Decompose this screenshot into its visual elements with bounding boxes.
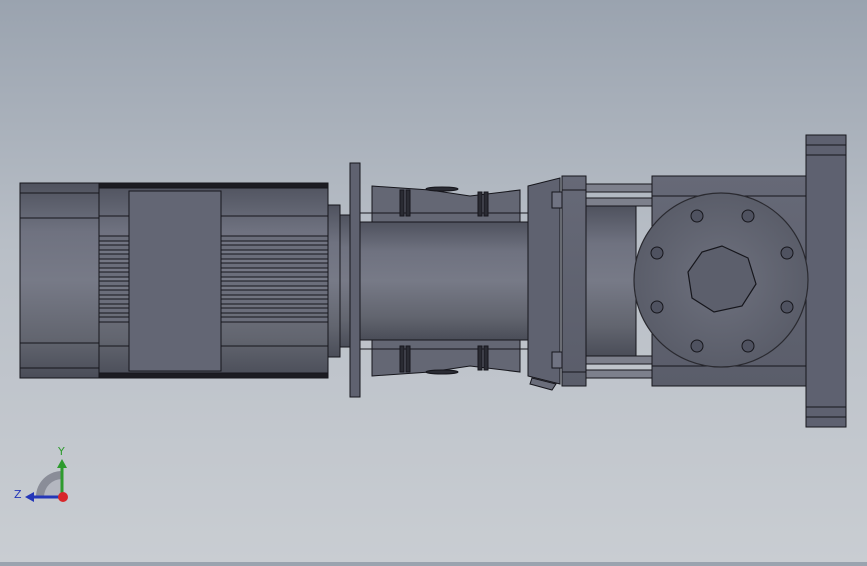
x-axis-point <box>58 492 68 502</box>
pump-assembly-model[interactable] <box>19 134 847 428</box>
motor-flange <box>327 162 361 398</box>
seal-housing <box>527 175 587 391</box>
motor-terminal-box <box>128 190 222 372</box>
suction-flange <box>633 192 809 368</box>
motor-body <box>98 182 329 379</box>
discharge-flange <box>805 134 847 428</box>
y-axis-label: Y <box>57 445 65 458</box>
y-axis-arrowhead <box>57 459 67 468</box>
cad-viewport[interactable]: Y Z <box>0 0 867 562</box>
coordinate-triad: Y Z <box>14 445 68 502</box>
z-axis-arrowhead <box>25 492 34 502</box>
z-axis-label: Z <box>14 488 22 501</box>
motor-end-cap <box>19 182 100 379</box>
lantern-housing <box>359 185 529 377</box>
